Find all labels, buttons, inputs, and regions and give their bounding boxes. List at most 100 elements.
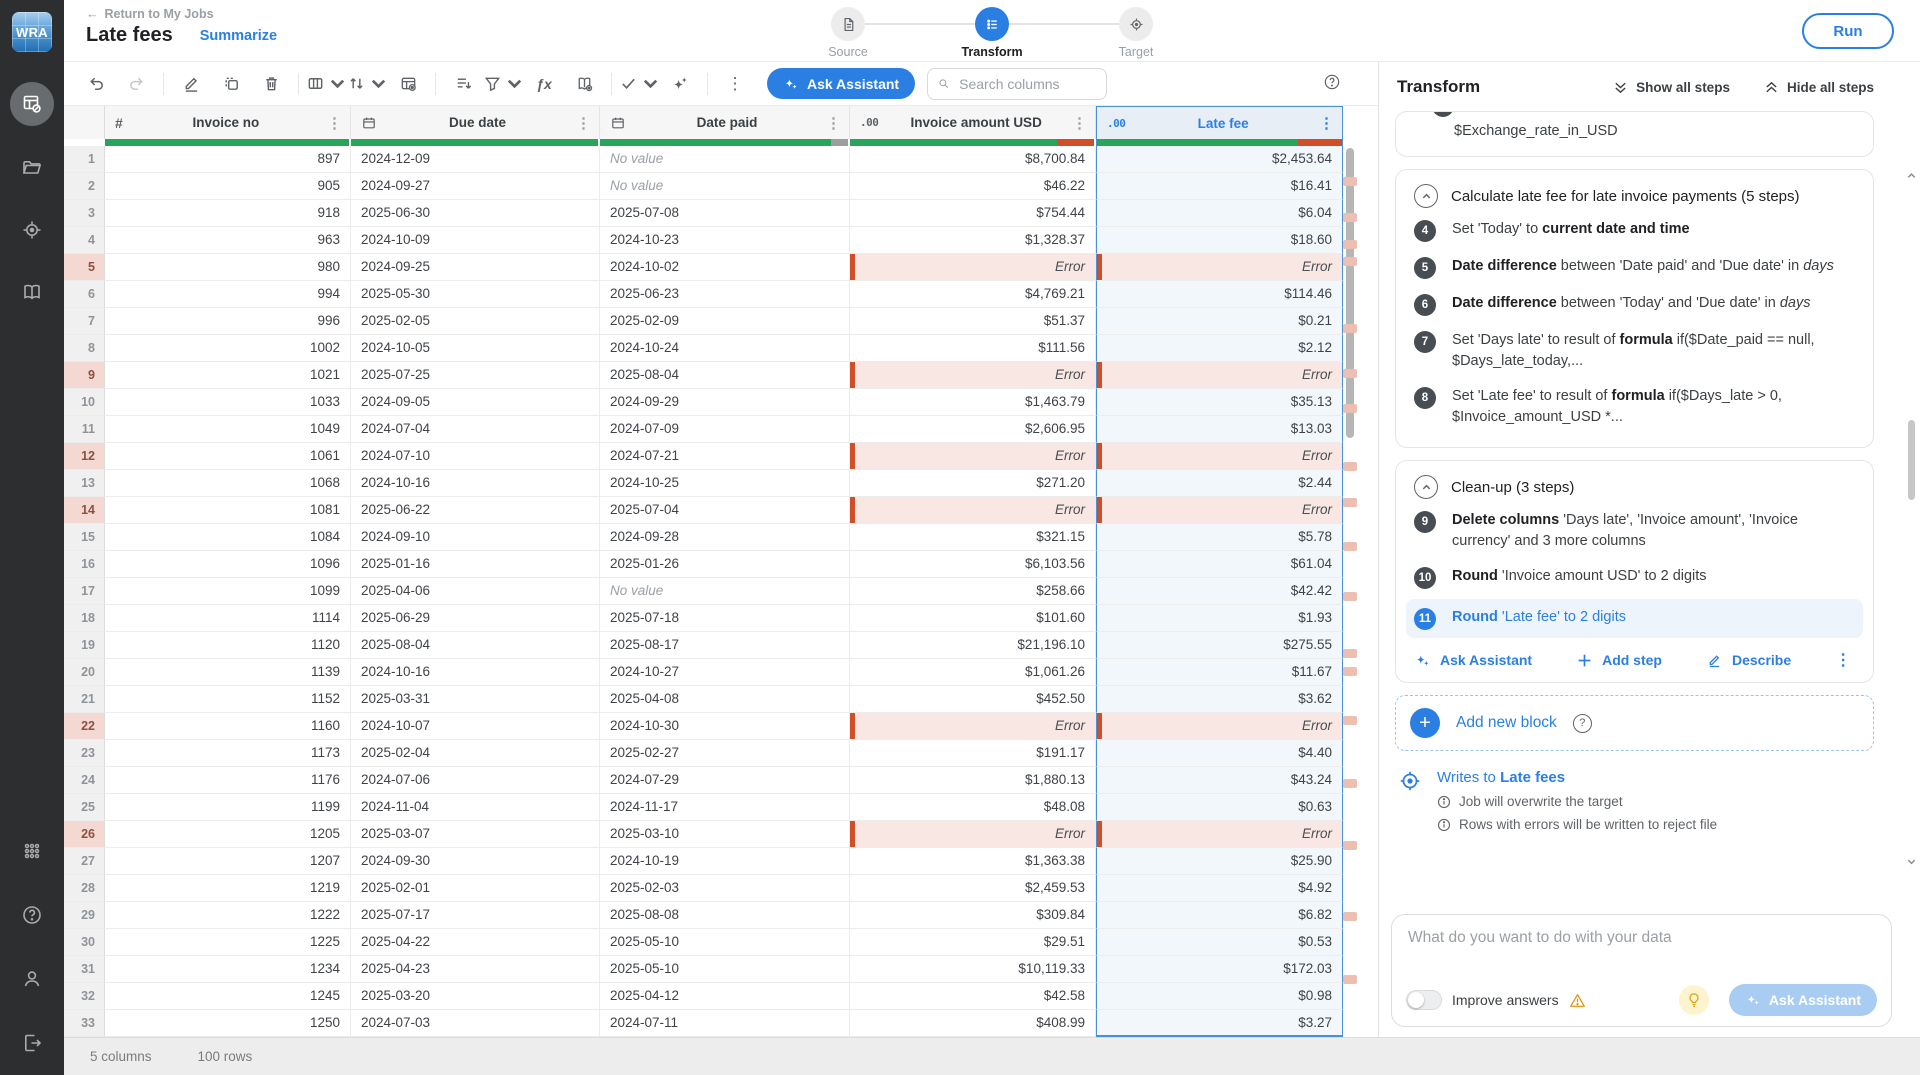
cell-invoice-amount-usd[interactable]: $8,700.84	[850, 146, 1096, 173]
cell-invoice-amount-usd[interactable]: $258.66	[850, 578, 1096, 605]
cell-late-fee[interactable]: $35.13	[1096, 389, 1343, 416]
cell-invoice-amount-usd[interactable]: $101.60	[850, 605, 1096, 632]
summarize-button[interactable]: Summarize	[193, 28, 277, 44]
cell-late-fee[interactable]: $2,453.64	[1096, 146, 1343, 173]
sidebar-item-jobs[interactable]	[10, 82, 54, 126]
cell-due-date[interactable]: 2024-10-09	[351, 227, 600, 254]
cell-invoice-amount-usd[interactable]: $4,769.21	[850, 281, 1096, 308]
delete-button[interactable]	[251, 67, 291, 101]
cell-due-date[interactable]: 2025-03-31	[351, 686, 600, 713]
cell-invoice-amount-usd[interactable]: $46.22	[850, 173, 1096, 200]
cell-late-fee[interactable]: $114.46	[1096, 281, 1343, 308]
cell-invoice-amount-usd[interactable]: Error	[850, 713, 1096, 740]
cell-invoice-amount-usd[interactable]: $48.08	[850, 794, 1096, 821]
cell-invoice-no[interactable]: 1099	[105, 578, 351, 605]
cell-late-fee[interactable]: $3.62	[1096, 686, 1343, 713]
cell-invoice-no[interactable]: 1021	[105, 362, 351, 389]
block-menu-button[interactable]: ⋮	[1835, 650, 1851, 670]
cell-due-date[interactable]: 2025-04-23	[351, 956, 600, 983]
cell-late-fee[interactable]: $1.93	[1096, 605, 1343, 632]
cell-due-date[interactable]: 2025-03-20	[351, 983, 600, 1010]
cell-date-paid[interactable]: 2025-08-08	[600, 902, 850, 929]
improve-answers-toggle[interactable]	[1406, 990, 1442, 1010]
cell-late-fee[interactable]: $16.41	[1096, 173, 1343, 200]
cell-date-paid[interactable]: 2024-10-19	[600, 848, 850, 875]
pipeline-transform[interactable]: Transform	[975, 7, 1009, 41]
cell-invoice-no[interactable]: 980	[105, 254, 351, 281]
column-menu-icon[interactable]: ⋮	[824, 114, 843, 132]
transform-step[interactable]: 11Round 'Late fee' to 2 digits	[1406, 599, 1863, 638]
cell-invoice-amount-usd[interactable]: $6,103.56	[850, 551, 1096, 578]
transform-step[interactable]: 9Delete columns 'Days late', 'Invoice am…	[1414, 503, 1855, 559]
cell-date-paid[interactable]: 2024-09-28	[600, 524, 850, 551]
cell-invoice-amount-usd[interactable]: $10,119.33	[850, 956, 1096, 983]
column-menu-icon[interactable]: ⋮	[1070, 114, 1089, 132]
cell-invoice-amount-usd[interactable]: Error	[850, 362, 1096, 389]
chat-ask-assistant-button[interactable]: Ask Assistant	[1729, 984, 1877, 1016]
cell-invoice-no[interactable]: 1205	[105, 821, 351, 848]
cell-invoice-no[interactable]: 918	[105, 200, 351, 227]
cell-invoice-amount-usd[interactable]: $452.50	[850, 686, 1096, 713]
cell-invoice-no[interactable]: 996	[105, 308, 351, 335]
cell-invoice-no[interactable]: 1219	[105, 875, 351, 902]
column-header-date-paid[interactable]: Date paid ⋮	[600, 106, 850, 139]
add-new-block-button[interactable]: + Add new block ?	[1395, 695, 1874, 751]
panel-scrollbar[interactable]	[1904, 170, 1918, 867]
cell-date-paid[interactable]: 2024-10-24	[600, 335, 850, 362]
collapse-block-button[interactable]	[1414, 184, 1438, 208]
cell-due-date[interactable]: 2024-07-04	[351, 416, 600, 443]
cell-invoice-no[interactable]: 1120	[105, 632, 351, 659]
collapse-block-button[interactable]	[1414, 475, 1438, 499]
cell-invoice-amount-usd[interactable]: $271.20	[850, 470, 1096, 497]
cell-invoice-amount-usd[interactable]: $321.15	[850, 524, 1096, 551]
transform-step[interactable]: 7Set 'Days late' to result of formula if…	[1414, 323, 1855, 379]
cell-invoice-no[interactable]: 1222	[105, 902, 351, 929]
cell-invoice-no[interactable]: 1245	[105, 983, 351, 1010]
suggestions-bulb-button[interactable]	[1679, 985, 1709, 1015]
cell-late-fee[interactable]: $11.67	[1096, 659, 1343, 686]
cell-invoice-amount-usd[interactable]: Error	[850, 821, 1096, 848]
cell-late-fee[interactable]: $25.90	[1096, 848, 1343, 875]
cell-date-paid[interactable]: 2024-11-17	[600, 794, 850, 821]
cell-late-fee[interactable]: $6.82	[1096, 902, 1343, 929]
describe-button[interactable]: Describe	[1706, 652, 1791, 669]
cell-due-date[interactable]: 2025-07-17	[351, 902, 600, 929]
column-header-due-date[interactable]: Due date ⋮	[351, 106, 600, 139]
cell-invoice-no[interactable]: 1207	[105, 848, 351, 875]
sidebar-item-targets[interactable]	[12, 210, 52, 250]
cell-due-date[interactable]: 2024-09-30	[351, 848, 600, 875]
cell-date-paid[interactable]: 2024-07-21	[600, 443, 850, 470]
cell-invoice-amount-usd[interactable]: $1,061.26	[850, 659, 1096, 686]
cell-invoice-no[interactable]: 1096	[105, 551, 351, 578]
column-menu-icon[interactable]: ⋮	[574, 114, 593, 132]
cell-due-date[interactable]: 2025-05-30	[351, 281, 600, 308]
cell-date-paid[interactable]: 2025-04-08	[600, 686, 850, 713]
cell-date-paid[interactable]: No value	[600, 578, 850, 605]
cell-late-fee[interactable]: Error	[1096, 443, 1343, 470]
cell-invoice-no[interactable]: 1114	[105, 605, 351, 632]
sidebar-item-help[interactable]	[12, 895, 52, 935]
cell-due-date[interactable]: 2024-10-16	[351, 659, 600, 686]
redo-button[interactable]	[116, 67, 156, 101]
back-link[interactable]: ← Return to My Jobs	[86, 7, 214, 21]
cell-invoice-amount-usd[interactable]: $309.84	[850, 902, 1096, 929]
cell-due-date[interactable]: 2025-06-22	[351, 497, 600, 524]
cell-due-date[interactable]: 2024-10-07	[351, 713, 600, 740]
cell-due-date[interactable]: 2024-11-04	[351, 794, 600, 821]
cell-invoice-amount-usd[interactable]: $111.56	[850, 335, 1096, 362]
cell-date-paid[interactable]: 2024-10-02	[600, 254, 850, 281]
transform-step[interactable]: 8Set 'Late fee' to result of formula if(…	[1414, 379, 1855, 435]
cell-date-paid[interactable]: 2025-07-04	[600, 497, 850, 524]
scroll-down-arrow[interactable]	[1904, 856, 1918, 867]
cell-invoice-amount-usd[interactable]: $1,328.37	[850, 227, 1096, 254]
cell-late-fee[interactable]: Error	[1096, 254, 1343, 281]
cell-invoice-amount-usd[interactable]: $21,196.10	[850, 632, 1096, 659]
cell-invoice-no[interactable]: 905	[105, 173, 351, 200]
cell-invoice-amount-usd[interactable]: $2,606.95	[850, 416, 1096, 443]
cell-date-paid[interactable]: 2025-05-10	[600, 956, 850, 983]
filter-button[interactable]	[483, 67, 524, 101]
pipeline-target[interactable]: Target	[1119, 7, 1153, 41]
run-button[interactable]: Run	[1802, 13, 1894, 49]
cell-date-paid[interactable]: 2025-02-27	[600, 740, 850, 767]
cell-late-fee[interactable]: Error	[1096, 713, 1343, 740]
